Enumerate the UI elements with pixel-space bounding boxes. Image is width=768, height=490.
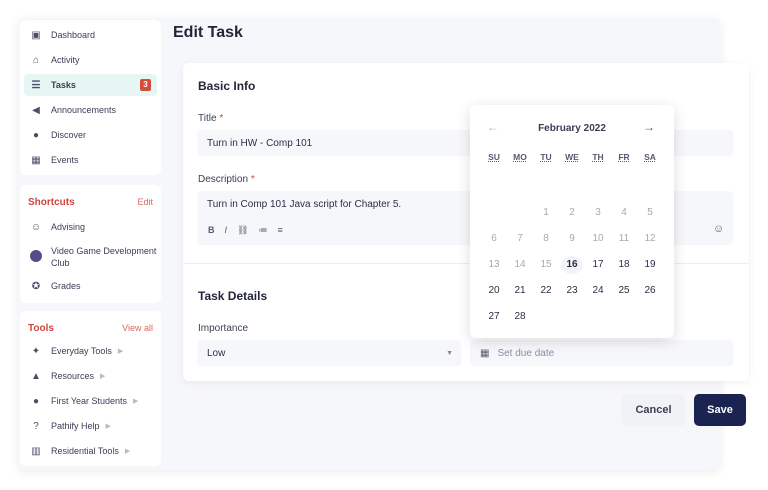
- shortcut-grades[interactable]: ✪ Grades: [24, 275, 157, 297]
- dashboard-icon: ▣: [31, 29, 41, 41]
- calendar-icon: ▦: [31, 154, 41, 166]
- calendar-day: 4: [621, 207, 627, 218]
- weekday-header: MO: [513, 152, 527, 162]
- tasks-icon: ☰: [31, 79, 41, 91]
- bullet-list-icon[interactable]: ≔: [258, 225, 267, 236]
- weekday-header: TU: [540, 152, 552, 162]
- help-icon: ?: [33, 420, 39, 432]
- tools-view-all-link[interactable]: View all: [122, 323, 153, 334]
- title-label: Title *: [198, 113, 224, 124]
- nav-discover[interactable]: ● Discover: [24, 124, 157, 146]
- calendar-day[interactable]: 24: [587, 282, 609, 300]
- chevron-right-icon: ▶: [100, 373, 106, 380]
- calendar-day[interactable]: 16: [561, 256, 583, 274]
- chevron-down-icon: ▼: [446, 349, 453, 357]
- bold-icon[interactable]: B: [208, 225, 215, 236]
- grades-badge-icon: ✪: [31, 280, 41, 292]
- megaphone-icon: ◀: [32, 104, 40, 116]
- tool-first-year-students[interactable]: ● First Year Students ▶: [24, 390, 157, 412]
- advising-icon: ☺: [30, 221, 42, 233]
- chevron-right-icon: ▶: [133, 398, 139, 405]
- tool-residential-tools[interactable]: ▥ Residential Tools ▶: [24, 440, 157, 462]
- calendar-day: 2: [569, 207, 575, 218]
- club-avatar-icon: [30, 250, 42, 262]
- calendar-day[interactable]: 23: [561, 282, 583, 300]
- calendar-day[interactable]: 20: [483, 282, 505, 300]
- importance-label: Importance: [198, 323, 249, 334]
- tool-pathify-help[interactable]: ? Pathify Help ▶: [24, 415, 157, 437]
- basic-info-heading: Basic Info: [198, 79, 256, 93]
- next-month-button[interactable]: →: [643, 120, 655, 134]
- calendar-day[interactable]: 18: [613, 256, 635, 274]
- calendar-day: 3: [595, 207, 601, 218]
- home-icon: ⌂: [32, 54, 40, 66]
- calendar-day: 5: [647, 207, 653, 218]
- weekday-header: SU: [488, 152, 500, 162]
- weekday-header: TH: [592, 152, 604, 162]
- nav-announcements[interactable]: ◀ Announcements: [24, 99, 157, 121]
- shortcuts-heading: Shortcuts: [28, 197, 75, 208]
- page-title: Edit Task: [173, 24, 243, 41]
- emoji-icon[interactable]: ☺: [713, 223, 724, 235]
- tools-panel: Tools View all ✦ Everyday Tools ▶ ▲ Resource…: [20, 311, 161, 466]
- calendar-day[interactable]: 25: [613, 282, 635, 300]
- calendar-day: 8: [543, 233, 549, 244]
- weekday-header: SA: [644, 152, 656, 162]
- cancel-button[interactable]: Cancel: [622, 394, 685, 426]
- main-nav: ▣ Dashboard ⌂ Activity ☰ Tasks 3 ◀ Announceme…: [20, 20, 161, 175]
- shortcuts-panel: Shortcuts Edit ☺ Advising Video Game Devel…: [20, 185, 161, 303]
- calendar-day: 9: [569, 233, 575, 244]
- calendar-day[interactable]: 17: [587, 256, 609, 274]
- tasks-count-badge: 3: [140, 79, 151, 91]
- task-details-heading: Task Details: [198, 289, 268, 303]
- nav-dashboard[interactable]: ▣ Dashboard: [24, 24, 157, 46]
- nav-activity[interactable]: ⌂ Activity: [24, 49, 157, 71]
- chevron-right-icon: ▶: [124, 448, 131, 455]
- calendar-day[interactable]: 19: [639, 256, 661, 274]
- calendar-day: 1: [543, 207, 549, 218]
- calendar-day[interactable]: 27: [483, 308, 505, 326]
- calendar-day[interactable]: 22: [535, 282, 557, 300]
- calendar-day: 6: [491, 233, 497, 244]
- pin-icon: ✦: [31, 345, 41, 357]
- weekday-header: FR: [618, 152, 630, 162]
- date-picker-popover: ← February 2022 → SU MO TU WE TH FR SA 1234567…: [470, 105, 674, 338]
- building-icon: ▥: [31, 445, 41, 457]
- calendar-day: 15: [540, 259, 552, 270]
- nav-events[interactable]: ▦ Events: [24, 149, 157, 171]
- calendar-day: 7: [517, 233, 523, 244]
- due-date-input[interactable]: ▦ Set due date: [470, 340, 733, 366]
- link-icon[interactable]: ⛓: [237, 225, 248, 236]
- calendar-day: 13: [488, 259, 500, 270]
- calendar-day[interactable]: 26: [639, 282, 661, 300]
- calendar-day: 10: [592, 233, 604, 244]
- shortcut-video-game-club[interactable]: Video Game Development Club: [24, 243, 157, 271]
- numbered-list-icon[interactable]: ≡: [277, 225, 282, 236]
- italic-icon[interactable]: I: [225, 225, 228, 236]
- calendar-day: 14: [514, 259, 526, 270]
- chevron-right-icon: ▶: [105, 423, 111, 430]
- compass-icon: ●: [32, 129, 40, 141]
- shortcuts-edit-link[interactable]: Edit: [137, 197, 153, 208]
- calendar-icon: ▦: [480, 347, 490, 359]
- tool-everyday-tools[interactable]: ✦ Everyday Tools ▶: [24, 340, 157, 362]
- calendar-day[interactable]: 28: [509, 308, 531, 326]
- description-label: Description *: [198, 174, 255, 185]
- calendar-day: 11: [618, 233, 630, 244]
- calendar-day[interactable]: 21: [509, 282, 531, 300]
- formatting-toolbar: B I ⛓ ≔ ≡: [208, 225, 283, 236]
- chevron-right-icon: ▶: [117, 348, 124, 355]
- nav-tasks[interactable]: ☰ Tasks 3: [24, 74, 157, 96]
- save-button[interactable]: Save: [694, 394, 746, 426]
- person-icon: ●: [32, 395, 40, 407]
- tool-resources[interactable]: ▲ Resources ▶: [24, 365, 157, 387]
- graduation-cap-icon: ▲: [31, 370, 41, 382]
- calendar-day: 12: [644, 233, 656, 244]
- shortcut-advising[interactable]: ☺ Advising: [24, 216, 157, 238]
- importance-select[interactable]: Low ▼: [197, 340, 461, 366]
- weekday-header: WE: [565, 152, 579, 162]
- tools-heading: Tools: [28, 323, 54, 334]
